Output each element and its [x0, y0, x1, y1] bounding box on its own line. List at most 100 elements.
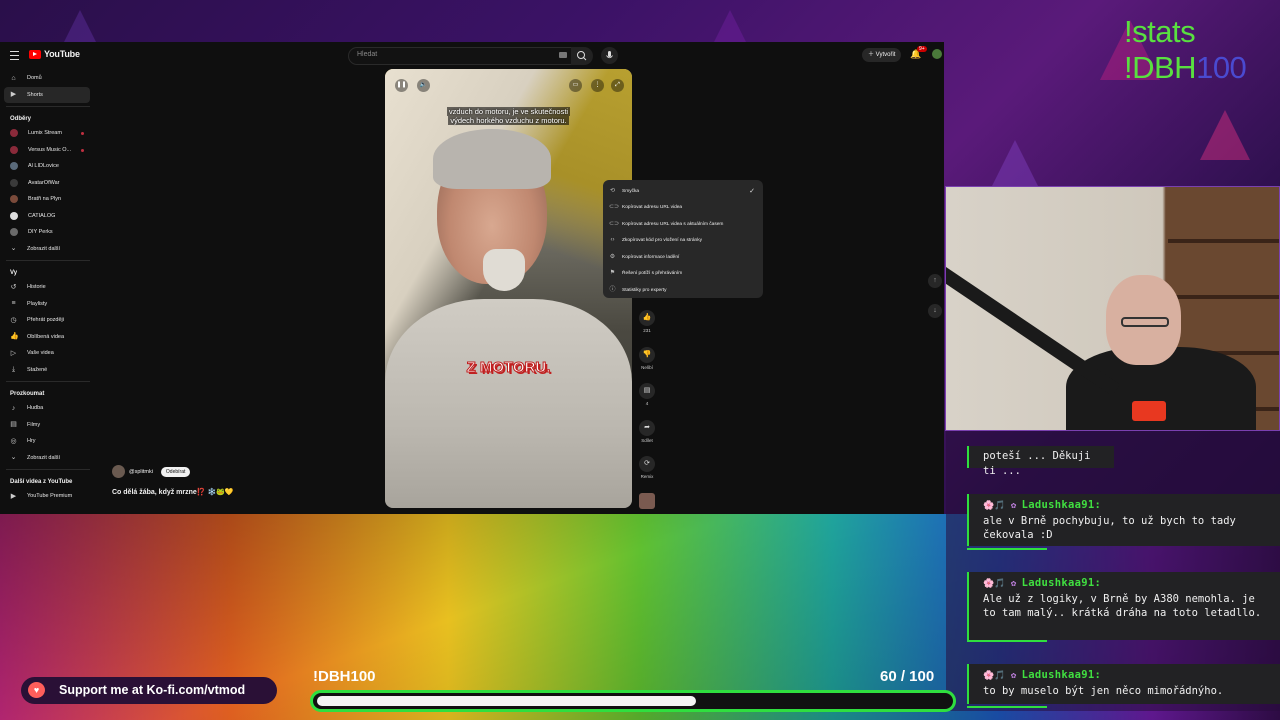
sidebar-item-label: Vaše videa	[27, 350, 54, 357]
background-shard	[1200, 110, 1250, 160]
short-video-player[interactable]: ❚❚ 🔈 ▭ ⋮ ⤢ vzduch do motoru, je ve skute…	[385, 69, 632, 508]
context-menu-label: Statistiky pro experty	[622, 287, 667, 293]
link-icon: ⊂⊃	[609, 204, 620, 211]
thumbs-up-icon[interactable]: 👍	[639, 310, 655, 326]
context-menu-item[interactable]: ⚙ Kopírovat informace ladění	[603, 249, 763, 266]
burned-in-caption: Z MOTORU.	[466, 359, 551, 377]
sidebar-item[interactable]: CATIALOG	[0, 208, 96, 225]
subtitle-caption: vzduch do motoru, je ve skutečnosti výde…	[385, 107, 632, 125]
captions-icon[interactable]: ▭	[569, 79, 582, 92]
comment-icon[interactable]: ▤	[639, 383, 655, 399]
keyboard-icon[interactable]	[559, 52, 567, 58]
sidebar-item[interactable]: Versus Music O...	[0, 142, 96, 159]
live-dot	[81, 132, 84, 135]
info-icon: ⓘ	[609, 286, 616, 293]
sidebar-item[interactable]: AvatarOfWar	[0, 175, 96, 192]
fullscreen-icon[interactable]: ⤢	[611, 79, 624, 92]
sidebar-item[interactable]: Al LIDLovice	[0, 158, 96, 175]
sidebar-item[interactable]: Bratři na Plyn	[0, 191, 96, 208]
goal-name: !DBH100	[313, 668, 376, 685]
previous-short-button[interactable]: ↑	[928, 274, 942, 288]
game-icon: ◎	[10, 437, 17, 445]
action-thumbs-down[interactable]: 👎 Nelíbí	[636, 346, 658, 384]
thumbs-down-icon[interactable]: 👎	[639, 346, 655, 363]
action-thumbs-up[interactable]: 👍 231	[636, 310, 658, 347]
search-input[interactable]: Hledat	[348, 47, 572, 65]
action-share[interactable]: ➦ Sdílet	[636, 419, 658, 457]
search-icon	[577, 51, 587, 61]
search-button[interactable]	[571, 47, 593, 65]
sidebar-item[interactable]: ▷ Vaše videa	[0, 345, 96, 362]
sidebar-item[interactable]: ⌂ Domů	[0, 70, 96, 87]
context-menu-item[interactable]: ⓘ Statistiky pro experty	[603, 282, 763, 299]
action-remix[interactable]: ⟳ Remix	[636, 456, 658, 493]
video-person-hair	[433, 129, 551, 189]
sidebar-heading-you[interactable]: Vy	[0, 264, 96, 279]
remix-icon[interactable]: ⟳	[639, 456, 655, 472]
sidebar-item-label: Playlisty	[27, 300, 48, 307]
create-label: Vytvořit	[875, 52, 896, 58]
checkmark-icon: ✓	[749, 188, 755, 195]
menu-icon[interactable]	[10, 51, 19, 60]
subtitle-line-2: výdech horkého vzduchu z motoru.	[448, 116, 569, 125]
sidebar-item[interactable]: ▶ YouTube Premium	[0, 488, 96, 505]
context-menu-item[interactable]: ⊂⊃ Kopírovat adresu URL videa s aktuálním…	[603, 216, 763, 233]
more-options-icon[interactable]: ⋮	[591, 79, 604, 92]
chat-underline	[967, 548, 1047, 550]
sidebar-item[interactable]: ⌄ Zobrazit další	[0, 241, 96, 258]
volume-icon[interactable]: 🔈	[417, 79, 430, 92]
subscribe-button[interactable]: Odebírat	[160, 466, 191, 477]
sidebar-item[interactable]: ◎ Hry	[0, 433, 96, 450]
embed-icon: ‹›	[610, 237, 615, 244]
webcam-feed	[945, 186, 1280, 431]
watch-later-icon: ◷	[10, 316, 17, 324]
context-menu-item[interactable]: ⚑ Řešení potíží s přehráváním	[603, 266, 763, 283]
kofi-cup-icon: ♥	[28, 682, 45, 698]
channel-avatar	[10, 211, 18, 220]
channel-avatar	[10, 162, 18, 171]
create-button[interactable]: ＋ Vytvořit	[862, 48, 902, 62]
share-icon[interactable]: ➦	[639, 419, 655, 436]
sidebar-item-label: Hry	[27, 438, 36, 445]
short-channel-avatar[interactable]	[639, 492, 655, 509]
music-icon: ♪	[11, 404, 16, 412]
next-short-button[interactable]: ↓	[928, 304, 942, 318]
sidebar-item[interactable]: ♪ Hudba	[0, 400, 96, 417]
sidebar-item-label: Domů	[27, 75, 42, 82]
pause-icon[interactable]: ❚❚	[395, 79, 408, 92]
short-actions: 👍 231 👎 Nelíbí ▤ 4 ➦ Sdílet ⟳ Remix	[636, 310, 658, 509]
search-placeholder: Hledat	[357, 51, 378, 58]
sidebar-item[interactable]: 👍 Oblíbená videa	[0, 329, 96, 346]
divider	[6, 469, 90, 470]
action-comment[interactable]: ▤ 4	[636, 383, 658, 420]
sidebar-item[interactable]: ⤓ Stažené	[0, 362, 96, 379]
sidebar-item[interactable]: ⌄ Zobrazit další	[0, 450, 96, 467]
sidebar-heading-subscriptions[interactable]: Odběry	[0, 110, 96, 125]
sidebar-item[interactable]: ≡ Playlisty	[0, 296, 96, 313]
short-title[interactable]: Co dělá žába, když mrzne⁉️ ❄️🐸💛	[112, 488, 234, 496]
sidebar-item[interactable]: Lumix Stream	[0, 125, 96, 142]
chat-text: ale v Brně pochybuju, to už bych to tady…	[983, 514, 1236, 542]
channel-info: @splitmki Odebírat	[112, 465, 191, 478]
sidebar-item[interactable]: ▶ Shorts	[4, 86, 90, 103]
chat-username: Ladushkaa91:	[1021, 499, 1102, 511]
sidebar-item-label: Zobrazit další	[27, 454, 61, 461]
chat-badge-icon: 🌸🎵 ✿	[983, 671, 1022, 681]
channel-name[interactable]: @splitmki	[129, 469, 153, 475]
account-avatar[interactable]	[932, 49, 942, 59]
kofi-banner: ♥ Support me at Ko-fi.com/vtmod	[21, 677, 277, 704]
context-menu-item[interactable]: ‹› Zkopírovat kód pro vložení na stránky	[603, 233, 763, 250]
microphone-button[interactable]	[601, 47, 618, 64]
context-menu-item[interactable]: ⊂⊃ Kopírovat adresu URL videa	[603, 200, 763, 217]
channel-avatar	[10, 129, 18, 138]
sidebar-item[interactable]: ◷ Přehrát později	[0, 312, 96, 329]
divider	[6, 381, 90, 382]
sidebar-item[interactable]: ▤ Filmy	[0, 417, 96, 434]
context-menu-item[interactable]: ⟲ Smyčka ✓	[603, 183, 763, 200]
sidebar-item-label: Versus Music O...	[28, 146, 72, 153]
chat-text: to by muselo být jen něco mimořádnýho.	[983, 684, 1224, 697]
channel-avatar[interactable]	[112, 465, 125, 478]
sidebar-item[interactable]: DIY Perks	[0, 224, 96, 241]
youtube-logo[interactable]: YouTube	[29, 49, 80, 59]
sidebar-item[interactable]: ↺ Historie	[0, 279, 96, 296]
